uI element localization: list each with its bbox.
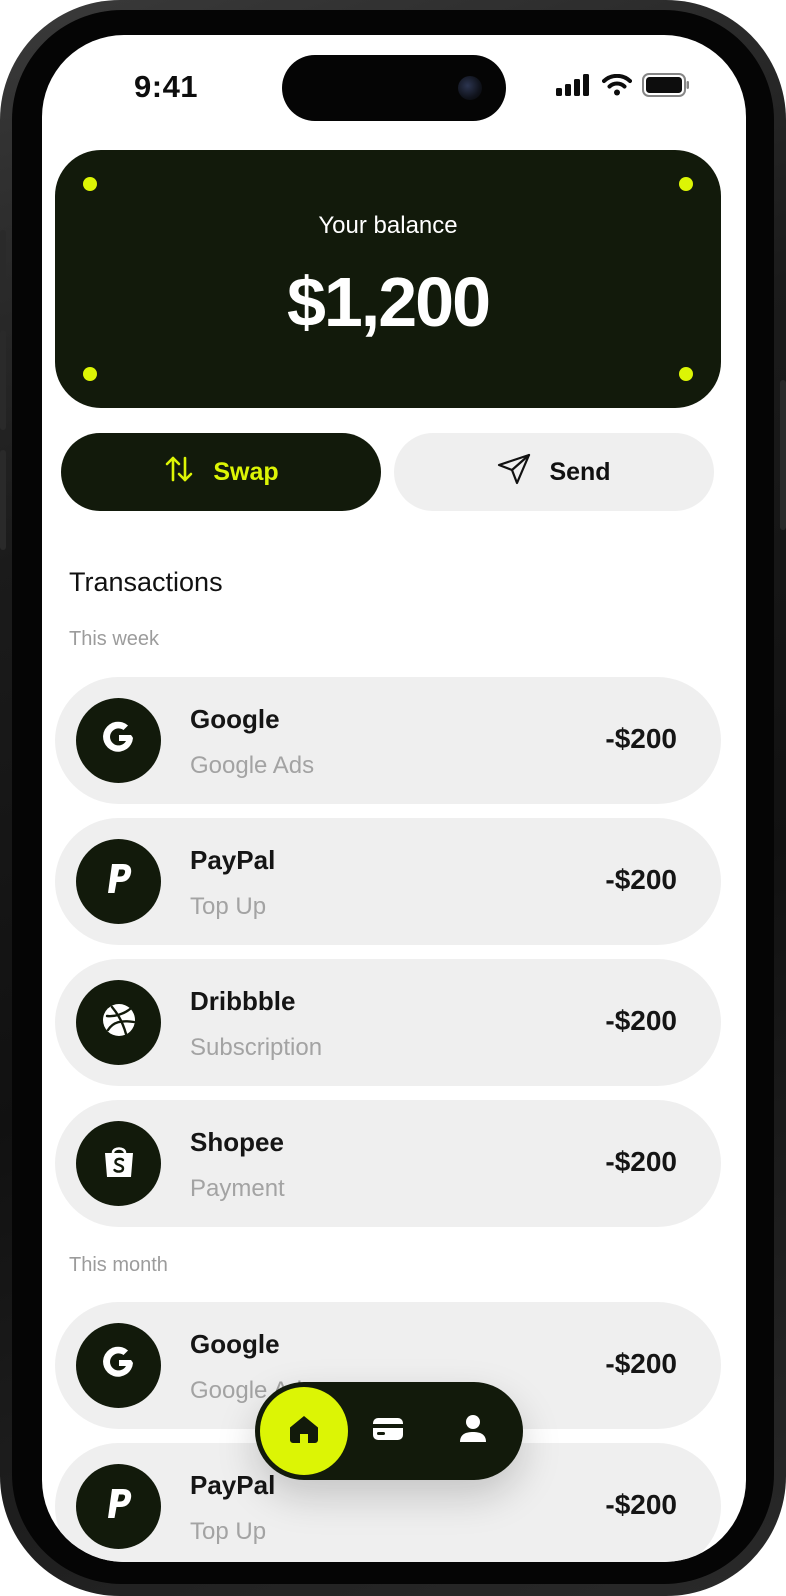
transaction-item[interactable]: Shopee Payment -$200 [55,1100,721,1227]
transactions-title: Transactions [69,567,223,597]
balance-amount: $1,200 [286,263,491,341]
nav-home-button[interactable] [260,1387,348,1475]
merchant-avatar [76,698,161,783]
merchant-avatar [76,980,161,1065]
app-screen: 9:41 Your balance $1,200 Swap Send Trans… [42,35,746,1562]
swap-button[interactable]: Swap [61,433,381,511]
transaction-name: Google [190,1329,280,1359]
group-label-this-month: This month [69,1254,168,1276]
transaction-amount: -$200 [605,864,677,895]
front-camera [458,76,482,100]
card-icon [372,1417,404,1446]
group-label-this-week: This week [69,628,160,650]
transaction-name: PayPal [190,845,276,875]
send-plane-icon [497,453,531,492]
nav-profile-button[interactable] [453,1411,493,1451]
bottom-nav [255,1382,523,1480]
battery-icon [642,73,690,102]
transaction-item[interactable]: Dribbble Subscription -$200 [55,959,721,1086]
signal-icon [556,74,592,101]
home-icon [288,1414,320,1449]
transaction-amount: -$200 [605,723,677,754]
card-dot [83,367,97,381]
google-icon [102,721,136,760]
transaction-subtitle: Top Up [190,1518,267,1545]
dynamic-island [282,55,506,121]
card-dot [83,177,97,191]
send-button[interactable]: Send [394,433,714,511]
balance-card: Your balance $1,200 [55,150,721,408]
send-label: Send [549,457,611,486]
transaction-item[interactable]: Google Google Ads -$200 [55,677,721,804]
transaction-amount: -$200 [605,1348,677,1379]
card-dot [679,177,693,191]
merchant-avatar [76,1121,161,1206]
volume-down-button [0,450,6,550]
paypal-icon [104,862,134,901]
power-button [780,380,786,530]
transaction-amount: -$200 [605,1146,677,1177]
transaction-name: Dribbble [190,986,296,1016]
swap-label: Swap [213,457,279,486]
status-time: 9:41 [134,69,199,104]
transaction-subtitle: Subscription [190,1034,323,1061]
google-icon [102,1346,136,1385]
paypal-icon [104,1487,134,1526]
transaction-subtitle: Google Ads [190,752,315,779]
merchant-avatar [76,839,161,924]
phone-frame: 9:41 Your balance $1,200 Swap Send Trans… [0,0,786,1596]
status-bar: 9:41 [42,35,746,135]
swap-arrows-icon [163,453,195,492]
dribbble-icon [102,1003,136,1042]
merchant-avatar [76,1464,161,1549]
status-icons [556,73,690,102]
transaction-name: Google [190,704,280,734]
volume-up-button [0,330,6,430]
action-button [0,230,6,290]
shopee-icon [102,1143,136,1184]
merchant-avatar [76,1323,161,1408]
profile-icon [458,1414,488,1449]
transaction-subtitle: Top Up [190,893,267,920]
balance-label: Your balance [318,212,458,239]
transaction-name: PayPal [190,1470,276,1500]
transaction-amount: -$200 [605,1489,677,1520]
transaction-item[interactable]: PayPal Top Up -$200 [55,818,721,945]
wifi-icon [602,73,632,101]
card-dot [679,367,693,381]
transaction-subtitle: Payment [190,1175,285,1202]
transaction-amount: -$200 [605,1005,677,1036]
nav-card-button[interactable] [368,1411,408,1451]
transaction-name: Shopee [190,1127,284,1157]
